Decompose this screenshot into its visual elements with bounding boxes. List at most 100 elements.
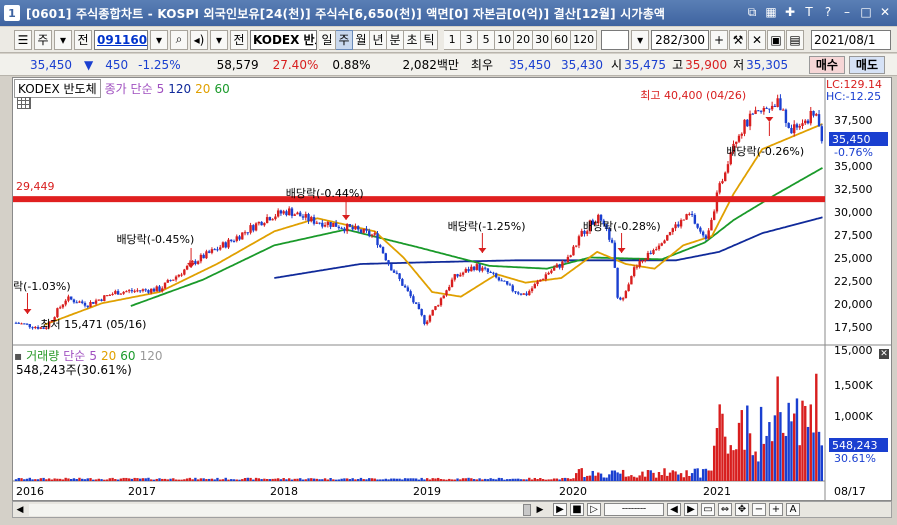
settings-icon[interactable]: ✕ <box>748 29 766 50</box>
interval-10[interactable]: 10 <box>495 29 515 50</box>
title-bar: 1 [0601] 주식종합차트 - KOSPI 외국인보유[24(천)] 주식수… <box>0 0 897 26</box>
interval-30[interactable]: 30 <box>533 29 553 50</box>
scroll-left-icon[interactable]: ◀ <box>13 503 27 517</box>
volume-ratio: 27.40% <box>272 57 319 72</box>
print-icon[interactable]: ▤ <box>786 29 804 50</box>
pin-icon[interactable]: ✚ <box>782 4 798 20</box>
grid-icon[interactable] <box>17 97 31 109</box>
tool-icon[interactable]: ⚒ <box>729 29 747 50</box>
text-icon[interactable]: T <box>801 4 817 20</box>
interval-input[interactable] <box>601 29 630 50</box>
fit-icon[interactable]: ⇔ <box>718 503 732 516</box>
code-dropdown-icon[interactable]: ▾ <box>150 29 168 50</box>
chart-scrollbar[interactable]: ◀ ▶ ▶ ■ ▷ ┄┄┄┄ ◀ ▶ ▭ ⇔ ✥ − + A <box>12 501 892 518</box>
count-input[interactable]: 282/300 <box>651 29 709 50</box>
interval-120[interactable]: 120 <box>571 29 598 50</box>
count-display: 282/300 + ⚒ ✕ ▣ ▤ 2021/08/1 <box>651 29 897 50</box>
open-label: 시 <box>611 58 623 72</box>
interval-60[interactable]: 60 <box>552 29 572 50</box>
period-week[interactable]: 주 <box>336 29 354 50</box>
buy-button[interactable]: 매수 <box>808 55 845 74</box>
maximize-icon[interactable]: □ <box>858 4 874 20</box>
save-icon[interactable]: ▣ <box>767 29 785 50</box>
prev-icon[interactable]: ◀ <box>667 503 681 516</box>
interval-1[interactable]: 1 <box>444 29 462 50</box>
chart-name-label[interactable]: KODEX 반도체 <box>14 79 101 98</box>
change-pct: -1.25% <box>138 57 181 72</box>
window-title: [0601] 주식종합차트 - KOSPI 외국인보유[24(천)] 주식수[6… <box>26 6 666 21</box>
interval-20[interactable]: 20 <box>514 29 534 50</box>
scroll-right-icon[interactable]: ▶ <box>533 503 547 517</box>
toolbar: ☰ 주 ▾ 전 091160 ▾ ⌕ ◂) ▾ 전 KODEX 반도 일 주 월… <box>0 27 897 53</box>
ma-120: 120 <box>168 81 192 96</box>
stop-icon[interactable]: ■ <box>570 503 584 516</box>
font-icon[interactable]: A <box>786 503 800 516</box>
price-tick: 32,500 <box>834 183 873 196</box>
close-panel-icon[interactable]: ✕ <box>879 349 889 359</box>
period-month[interactable]: 월 <box>353 29 371 50</box>
year-label: 2018 <box>270 485 298 498</box>
hc-value: HC:-12.25 <box>826 90 882 103</box>
interval-5[interactable]: 5 <box>478 29 496 50</box>
price-tick: 25,000 <box>834 252 873 265</box>
year-label: 2021 <box>703 485 731 498</box>
trade-amount: 2,082백만 <box>402 58 459 72</box>
search-icon[interactable]: ⌕ <box>170 29 188 50</box>
step-icon[interactable]: ▷ <box>587 503 601 516</box>
speed-slider[interactable]: ┄┄┄┄ <box>604 503 664 516</box>
ma-5: 5 <box>156 81 165 96</box>
period-tabs: 일 주 월 년 분 초 틱 <box>319 29 439 50</box>
period-minute[interactable]: 분 <box>387 29 405 50</box>
period-year[interactable]: 년 <box>370 29 388 50</box>
year-label: 2020 <box>559 485 587 498</box>
play-icon[interactable]: ▶ <box>553 503 567 516</box>
prev-code-icon[interactable]: ▾ <box>210 29 228 50</box>
window-number: 1 <box>4 5 20 21</box>
next-icon[interactable]: ▶ <box>684 503 698 516</box>
scroll-track[interactable] <box>29 503 531 516</box>
ma-60: 60 <box>214 81 230 96</box>
move-icon[interactable]: ✥ <box>735 503 749 516</box>
price-tick: 20,000 <box>834 298 873 311</box>
minimize-icon[interactable]: – <box>839 4 855 20</box>
interval-buttons: 1 3 5 10 20 30 60 120 <box>444 29 598 50</box>
rank-label: 최우 <box>470 58 494 72</box>
vol-tick: 1,500K <box>834 379 873 392</box>
zoom-in-icon[interactable]: + <box>769 503 783 516</box>
interval-dropdown-icon[interactable]: ▾ <box>631 29 650 50</box>
sell-button[interactable]: 매도 <box>848 55 885 74</box>
name-type-icon[interactable]: 전 <box>230 29 248 50</box>
scroll-thumb[interactable] <box>523 503 531 516</box>
menu-icon[interactable]: ☰ <box>14 29 32 50</box>
chevron-down-icon[interactable]: ▾ <box>54 29 72 50</box>
close-icon[interactable]: ✕ <box>877 4 893 20</box>
price-tick: 17,500 <box>834 321 873 334</box>
high-label: 고 <box>672 58 684 72</box>
high-price: 35,900 <box>685 57 728 72</box>
period-tick[interactable]: 틱 <box>421 29 439 50</box>
interval-3[interactable]: 3 <box>461 29 479 50</box>
tile-icon[interactable]: ▦ <box>763 4 779 20</box>
current-pct-marker: -0.76% <box>834 146 873 159</box>
help-icon[interactable]: ? <box>820 4 836 20</box>
price-tick: 27,500 <box>834 229 873 242</box>
link-icon[interactable]: ⧉ <box>744 4 760 20</box>
date-input[interactable]: 2021/08/1 <box>811 29 891 50</box>
low-price: 35,305 <box>746 57 789 72</box>
add-icon[interactable]: + <box>710 29 728 50</box>
mode-button[interactable]: 전 <box>74 29 92 50</box>
chart-panel[interactable] <box>12 77 892 501</box>
down-arrow-icon: ▼ <box>84 57 94 72</box>
bid-price-1: 35,450 <box>509 57 552 72</box>
period-second[interactable]: 초 <box>404 29 422 50</box>
turnover: 0.88% <box>332 57 371 72</box>
current-price: 35,450 <box>30 57 72 72</box>
view-icon[interactable]: ▭ <box>701 503 715 516</box>
year-label: 2017 <box>128 485 156 498</box>
current-volume-marker: 548,243 <box>829 438 888 452</box>
zoom-out-icon[interactable]: − <box>752 503 766 516</box>
period-day[interactable]: 일 <box>319 29 337 50</box>
market-select[interactable]: 주 <box>34 29 52 50</box>
code-input[interactable]: 091160 <box>94 29 148 50</box>
speaker-icon[interactable]: ◂) <box>190 29 208 50</box>
